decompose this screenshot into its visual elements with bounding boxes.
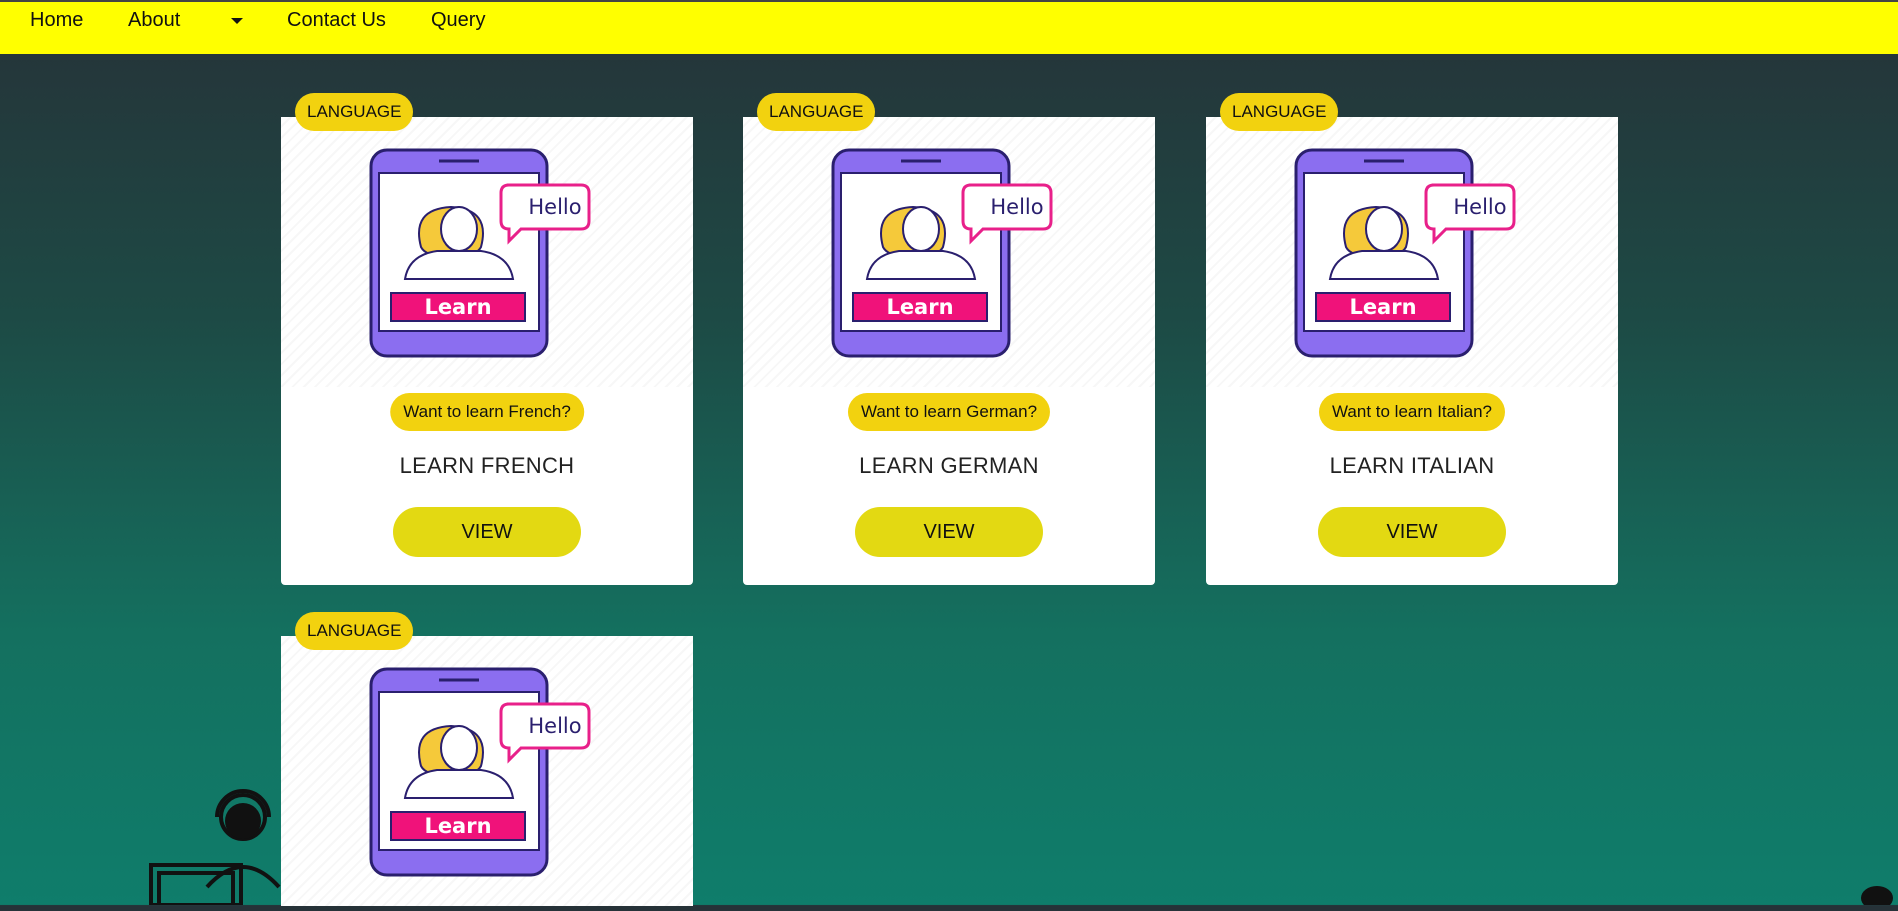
category-badge: LANGUAGE bbox=[295, 93, 414, 131]
card-tagline: Want to learn French? bbox=[390, 393, 584, 431]
learn-label: Learn bbox=[886, 295, 953, 319]
hello-label: Hello bbox=[990, 195, 1043, 219]
card-tagline: Want to learn German? bbox=[847, 393, 1051, 431]
view-button[interactable]: VIEW bbox=[855, 507, 1043, 557]
caret-down-icon[interactable] bbox=[231, 18, 243, 24]
top-navbar: Home About Contact Us Query bbox=[0, 0, 1898, 54]
card-title: LEARN GERMAN bbox=[859, 453, 1039, 478]
category-badge: LANGUAGE bbox=[757, 93, 876, 131]
nav-home-link[interactable]: Home bbox=[30, 9, 83, 32]
learn-label: Learn bbox=[424, 295, 491, 319]
learn-phone-illustration: Learn Hello bbox=[369, 148, 591, 358]
learn-label: Learn bbox=[424, 814, 491, 838]
course-card-4: Learn Hello LANGUAGE bbox=[281, 612, 693, 906]
learn-phone-illustration: Learn Hello bbox=[831, 148, 1053, 358]
hello-label: Hello bbox=[528, 195, 581, 219]
course-card-italian: Learn Hello LANGUAGE Want to learn Itali… bbox=[1206, 93, 1618, 585]
card-image: Learn Hello bbox=[1206, 117, 1618, 387]
nav-query-link[interactable]: Query bbox=[431, 9, 485, 32]
card-title: LEARN FRENCH bbox=[399, 453, 575, 478]
card-image: Learn Hello bbox=[281, 636, 693, 906]
corner-decoration bbox=[1861, 886, 1893, 905]
view-button[interactable]: VIEW bbox=[393, 507, 581, 557]
course-card-french: Learn Hello LANGUAGE Want to learn Frenc… bbox=[281, 93, 693, 585]
course-card-german: Learn Hello LANGUAGE Want to learn Germa… bbox=[743, 93, 1155, 585]
customer-support-illustration bbox=[149, 789, 281, 905]
nav-contact-link[interactable]: Contact Us bbox=[287, 9, 386, 32]
category-badge: LANGUAGE bbox=[295, 612, 414, 650]
card-title: LEARN ITALIAN bbox=[1329, 453, 1495, 478]
card-tagline: Want to learn Italian? bbox=[1318, 393, 1506, 431]
card-image: Learn Hello bbox=[743, 117, 1155, 387]
learn-phone-illustration: Learn Hello bbox=[369, 667, 591, 877]
hello-label: Hello bbox=[528, 714, 581, 738]
nav-about-link[interactable]: About bbox=[128, 9, 180, 32]
category-badge: LANGUAGE bbox=[1220, 93, 1339, 131]
learn-phone-illustration: Learn Hello bbox=[1294, 148, 1516, 358]
hello-label: Hello bbox=[1453, 195, 1506, 219]
view-button[interactable]: VIEW bbox=[1318, 507, 1506, 557]
card-image: Learn Hello bbox=[281, 117, 693, 387]
learn-label: Learn bbox=[1349, 295, 1416, 319]
